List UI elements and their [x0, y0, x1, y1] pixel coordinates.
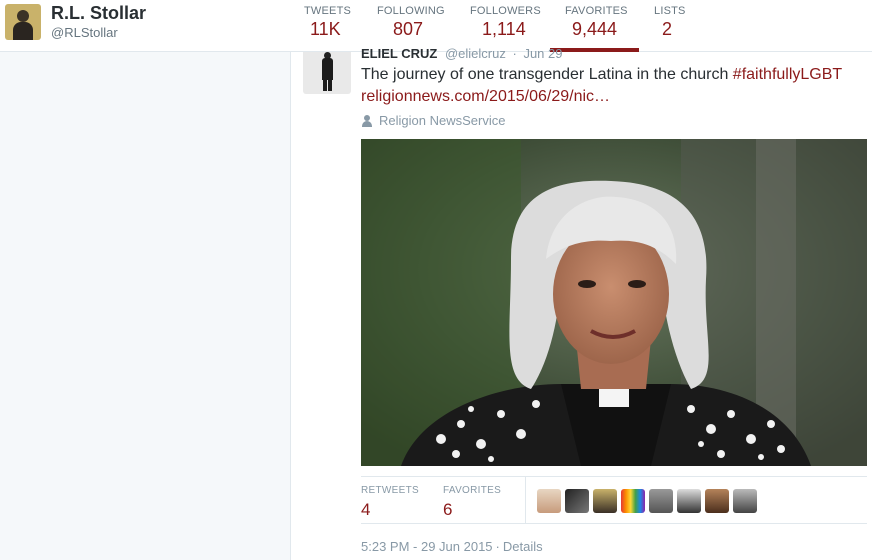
- stat-favorites-label: FAVORITES: [565, 5, 628, 17]
- tweet-hashtag[interactable]: #faithfullyLGBT: [733, 66, 842, 83]
- stat-tweets-value: 11K: [310, 19, 341, 39]
- card-attribution[interactable]: Religion NewsService: [361, 113, 505, 128]
- stat-lists-value: 2: [662, 19, 673, 39]
- stat-followers-value: 1,114: [482, 19, 526, 39]
- favoriter-avatar[interactable]: [677, 489, 701, 513]
- tweet-timestamp: 5:23 PM - 29 Jun 2015 · Details: [361, 539, 543, 554]
- attribution-name: Religion NewsService: [379, 113, 506, 128]
- tweet-text: The journey of one transgender Latina in…: [361, 64, 861, 108]
- tweet-author-handle[interactable]: @elielcruz: [445, 46, 506, 61]
- stat-following-value: 807: [393, 19, 424, 39]
- retweets-stat[interactable]: RETWEETS 4: [361, 485, 419, 520]
- stat-tweets[interactable]: TWEETS 11K: [300, 0, 360, 52]
- left-sidebar: [0, 52, 291, 560]
- tweet-link[interactable]: religionnews.com/2015/06/29/nic…: [361, 88, 610, 105]
- profile-nav-bar: R.L. Stollar @RLStollar TWEETS 11K FOLLO…: [0, 0, 872, 52]
- favoriters-avatars: [537, 489, 757, 513]
- favoriter-avatar[interactable]: [621, 489, 645, 513]
- retweets-count: 4: [361, 500, 371, 519]
- stat-following-label: FOLLOWING: [377, 5, 445, 17]
- stat-followers-label: FOLLOWERS: [470, 5, 541, 17]
- stat-lists[interactable]: LISTS 2: [650, 0, 700, 52]
- retweets-label: RETWEETS: [361, 485, 419, 496]
- profile-avatar[interactable]: [5, 4, 41, 40]
- tweet-author-avatar[interactable]: [303, 52, 351, 94]
- stat-favorites[interactable]: FAVORITES 9,444: [550, 0, 639, 52]
- stat-tweets-label: TWEETS: [304, 5, 352, 17]
- favoriter-avatar[interactable]: [565, 489, 589, 513]
- stat-following[interactable]: FOLLOWING 807: [373, 0, 453, 52]
- tweet-stream: ELIEL CRUZ @elielcruz · Jun 29 The journ…: [291, 46, 872, 560]
- favorites-label: FAVORITES: [443, 485, 502, 496]
- favoriter-avatar[interactable]: [733, 489, 757, 513]
- tweet-photo[interactable]: [361, 139, 867, 466]
- stat-followers[interactable]: FOLLOWERS 1,114: [466, 0, 546, 52]
- favoriter-avatar[interactable]: [593, 489, 617, 513]
- favoriter-avatar[interactable]: [649, 489, 673, 513]
- profile-name[interactable]: R.L. Stollar: [51, 3, 146, 24]
- user-icon: [361, 114, 373, 127]
- favoriter-avatar[interactable]: [705, 489, 729, 513]
- tweet-stats: RETWEETS 4 FAVORITES 6: [361, 476, 867, 524]
- tweet-body: The journey of one transgender Latina in…: [361, 66, 733, 83]
- tweet-author-name[interactable]: ELIEL CRUZ: [361, 46, 437, 61]
- favoriter-avatar[interactable]: [537, 489, 561, 513]
- tweet-date[interactable]: Jun 29: [523, 46, 562, 61]
- details-link[interactable]: Details: [503, 539, 543, 554]
- tweet-time[interactable]: 5:23 PM - 29 Jun 2015: [361, 539, 493, 554]
- favorites-count: 6: [443, 500, 453, 519]
- profile-handle[interactable]: @RLStollar: [51, 25, 118, 40]
- tweet-header: ELIEL CRUZ @elielcruz · Jun 29: [361, 46, 563, 61]
- favorites-stat[interactable]: FAVORITES 6: [443, 485, 501, 520]
- stat-lists-label: LISTS: [654, 5, 686, 17]
- stat-favorites-value: 9,444: [572, 19, 618, 39]
- portrait-image: [361, 139, 867, 466]
